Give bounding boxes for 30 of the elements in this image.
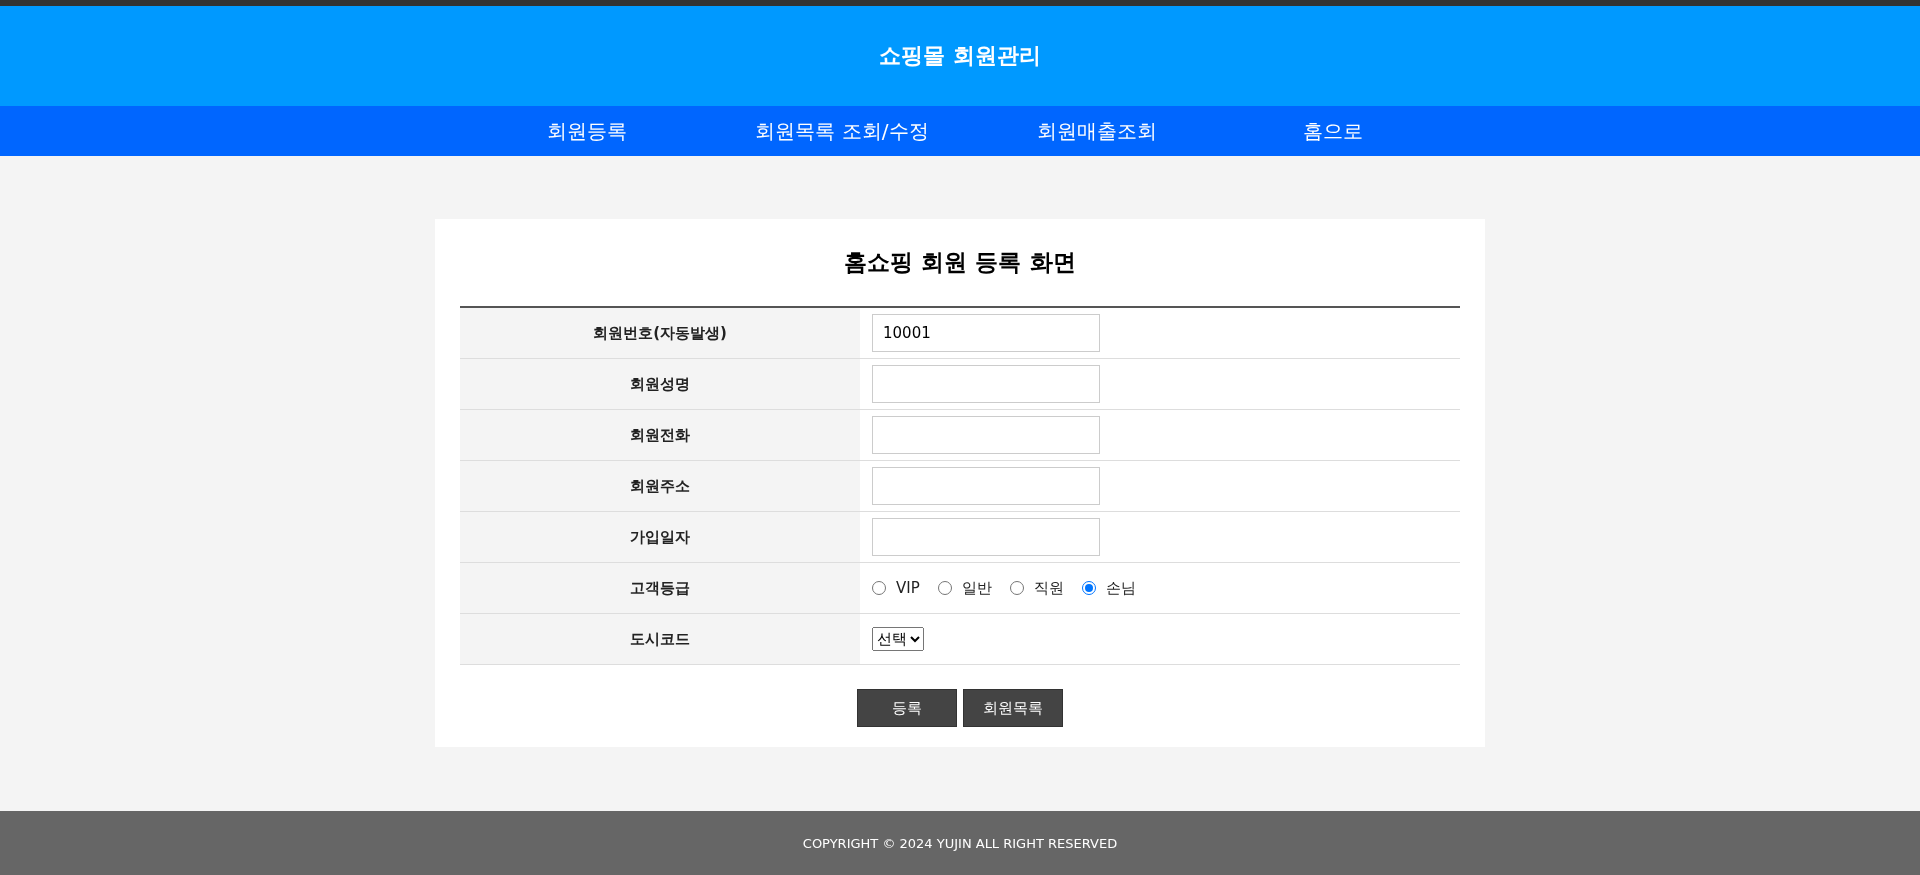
input-field[interactable]: [872, 416, 1100, 454]
nav-link[interactable]: 회원매출조회: [978, 117, 1215, 145]
form-title: 홈쇼핑 회원 등록 화면: [843, 248, 1077, 277]
field-label: 고객등급: [460, 563, 860, 613]
input-field[interactable]: [872, 365, 1100, 403]
input-field[interactable]: [872, 467, 1100, 505]
city-code-dropdown[interactable]: 선택: [872, 627, 924, 651]
input-field[interactable]: [872, 518, 1100, 556]
radio-button[interactable]: [1081, 581, 1096, 595]
radio-button[interactable]: [872, 581, 886, 595]
radio-button[interactable]: [937, 581, 952, 595]
field-label: 회원주소: [460, 461, 860, 511]
member-list-button[interactable]: 회원목록: [963, 689, 1063, 727]
site-title: 쇼핑몰 회원관리: [879, 42, 1041, 70]
radio-button[interactable]: [1009, 581, 1024, 595]
copyright-text: COPYRIGHT © 2024 YUJIN ALL RIGHT RESERVED: [802, 835, 1118, 851]
nav-link[interactable]: 홈으로: [1214, 117, 1451, 145]
input-field[interactable]: 10001: [872, 314, 1100, 352]
field-label: 회원번호(자동발생): [460, 308, 860, 358]
field-label: 회원전화: [460, 410, 860, 460]
field-label: 도시코드: [460, 614, 860, 664]
register-button[interactable]: 등록: [857, 689, 957, 727]
nav-link[interactable]: 회원목록 조회/수정: [705, 117, 979, 145]
nav-link[interactable]: 회원등록: [469, 117, 706, 145]
radio-label: 직원: [1033, 578, 1064, 598]
field-label: 가입일자: [460, 512, 860, 562]
field-label: 회원성명: [460, 359, 860, 409]
radio-label: 손님: [1105, 578, 1136, 598]
radio-label: VIP: [896, 579, 920, 597]
radio-label: 일반: [961, 578, 992, 598]
